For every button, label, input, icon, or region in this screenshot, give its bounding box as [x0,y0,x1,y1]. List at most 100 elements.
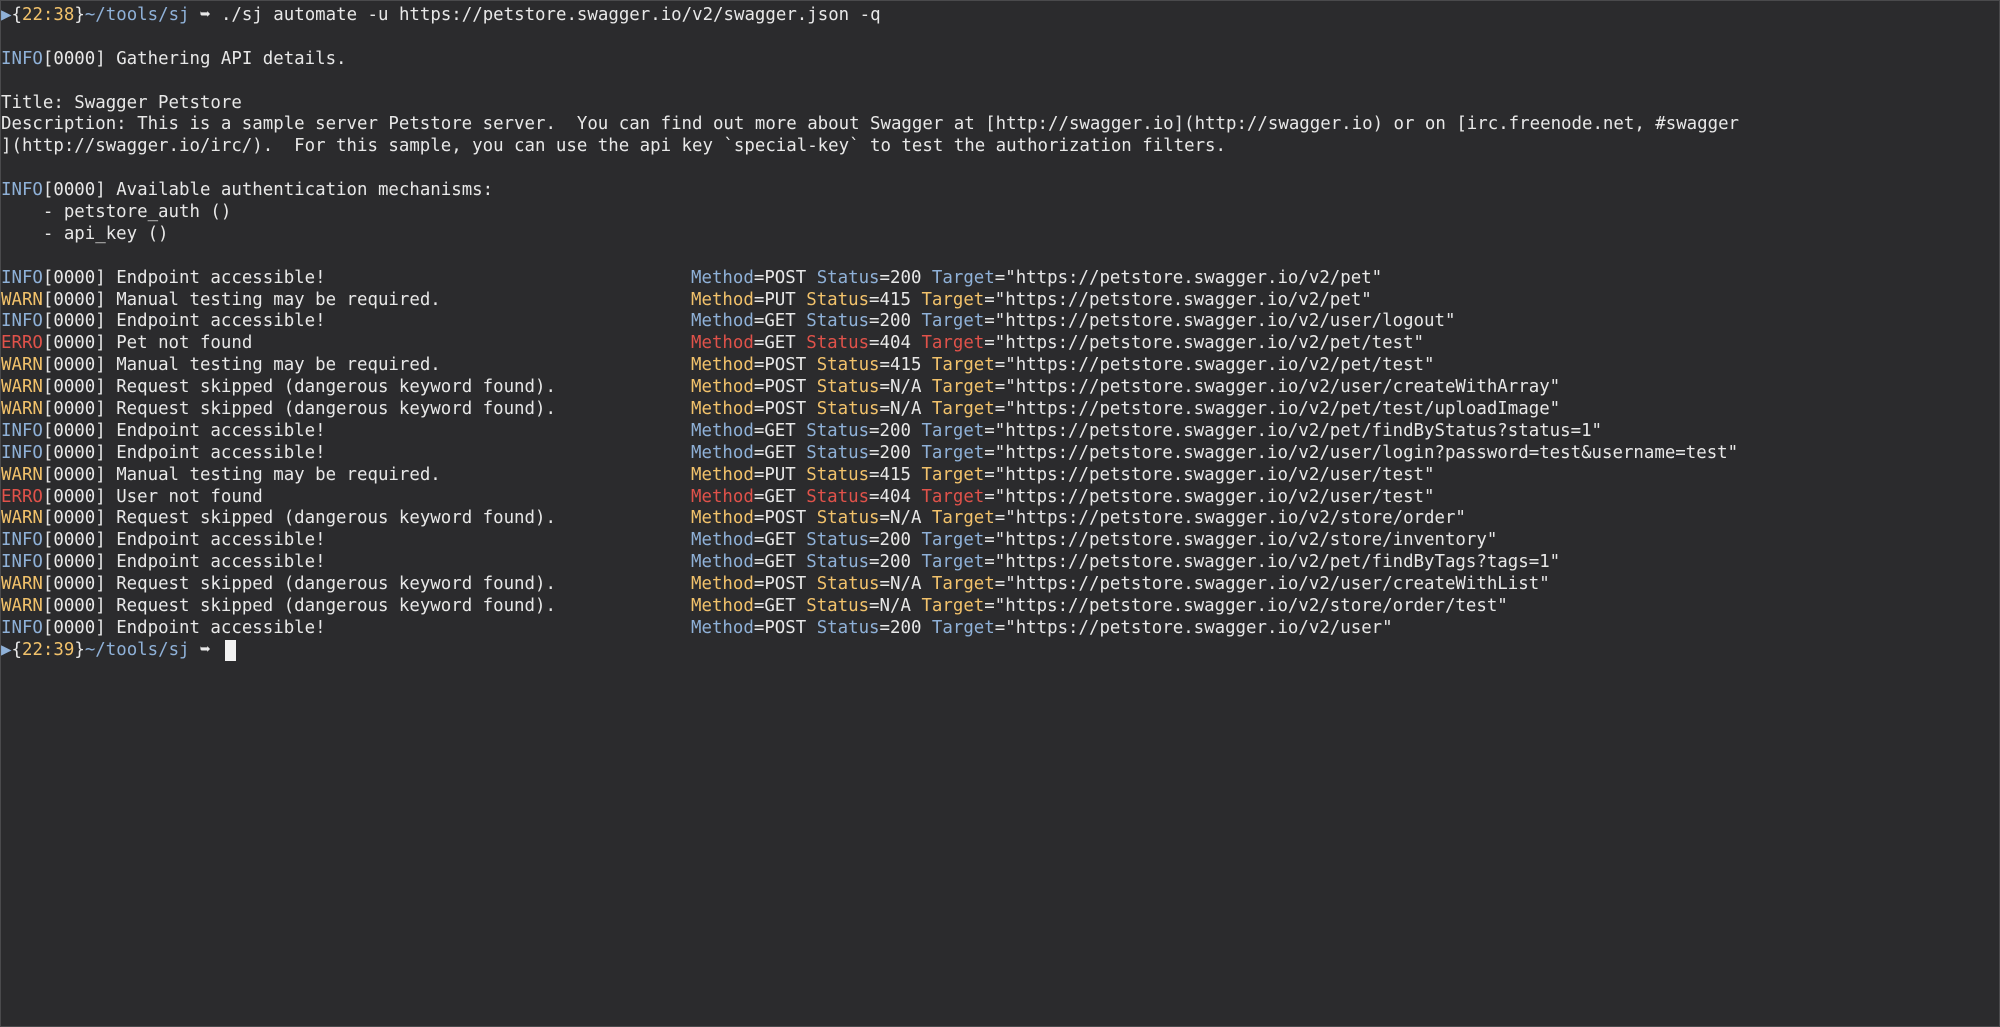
log-message: User not found [105,486,263,507]
target-key: Target [931,355,995,376]
log-row: WARN[0000] Request skipped (dangerous ke… [1,596,1999,618]
log-code: [0000] [42,442,106,463]
target-key: Target [921,464,985,485]
target-value: "https://petstore.swagger.io/v2/pet" [1005,267,1383,288]
status-value: N/A [879,596,911,617]
prompt-symbol-icon: ➥ [200,639,211,660]
log-message: Manual testing may be required. [105,355,441,376]
log-message: Request skipped (dangerous keyword found… [105,508,556,529]
status-value: 415 [879,464,911,485]
target-value: "https://petstore.swagger.io/v2/user/cre… [1005,377,1561,398]
method-value: PUT [764,464,796,485]
request-details: Method=GET Status=200 Target="https://pe… [691,552,1561,573]
terminal-window[interactable]: ▶{22:38}~/tools/sj ➥ ./sj automate -u ht… [0,0,2000,1027]
target-key: Target [921,420,985,441]
log-row: INFO[0000] Endpoint accessible! Method=GE… [1,530,1999,552]
method-key: Method [691,311,754,332]
target-key: Target [931,574,995,595]
target-value: "https://petstore.swagger.io/v2/pet" [994,289,1372,310]
target-key: Target [921,530,985,551]
method-key: Method [691,442,754,463]
status-value: 200 [879,552,911,573]
log-message: Available authentication mechanisms: [105,180,494,201]
target-value: "https://petstore.swagger.io/v2/user/log… [994,311,1456,332]
log-message: Request skipped (dangerous keyword found… [105,574,556,595]
log-code: [0000] [42,508,106,529]
log-level: WARN [1,464,43,485]
log-message: Endpoint accessible! [105,617,326,638]
log-message: Pet not found [105,333,253,354]
api-title: Title: Swagger Petstore [1,92,242,113]
status-value: N/A [890,377,922,398]
api-description-line: ](http://swagger.io/irc/). For this samp… [1,136,1226,157]
log-code: [0000] [42,311,106,332]
target-value: "https://petstore.swagger.io/v2/store/in… [994,530,1498,551]
log-level: INFO [1,442,43,463]
target-value: "https://petstore.swagger.io/v2/store/or… [1005,508,1466,529]
request-details: Method=GET Status=200 Target="https://pe… [691,311,1456,332]
method-value: GET [764,530,796,551]
log-level: INFO [1,530,43,551]
log-row: INFO[0000] Endpoint accessible! Method=GE… [1,421,1999,443]
status-key: Status [806,333,870,354]
log-level: WARN [1,289,43,310]
auth-header-line: INFO[0000] Available authentication mech… [1,180,1999,202]
auth-item: - api_key () [1,223,169,244]
status-key: Status [806,552,870,573]
target-value: "https://petstore.swagger.io/v2/user/log… [994,442,1739,463]
target-value: "https://petstore.swagger.io/v2/user/tes… [994,486,1435,507]
request-details: Method=POST Status=N/A Target="https://p… [691,508,1466,529]
method-value: POST [764,399,807,420]
method-value: GET [764,420,796,441]
prompt-time: 22:38 [21,5,75,25]
status-key: Status [816,508,880,529]
target-key: Target [921,552,985,573]
method-value: POST [764,574,807,595]
request-details: Method=POST Status=200 Target="https://p… [691,617,1393,638]
status-value: 415 [879,289,911,310]
method-key: Method [691,355,754,376]
log-level: WARN [1,574,43,595]
log-row: WARN[0000] Request skipped (dangerous ke… [1,574,1999,596]
log-level: INFO [1,267,43,288]
log-message: Manual testing may be required. [105,464,441,485]
target-value: "https://petstore.swagger.io/v2/user/cre… [1005,574,1550,595]
log-message: Request skipped (dangerous keyword found… [105,399,556,420]
api-description-line: Description: This is a sample server Pet… [1,114,1740,135]
text-cursor[interactable] [224,639,236,661]
prompt-path: ~/tools/sj [84,639,190,660]
method-key: Method [691,574,754,595]
log-code: [0000] [42,486,106,507]
log-message: Request skipped (dangerous keyword found… [105,596,556,617]
target-key: Target [931,617,995,638]
target-key: Target [931,399,995,420]
status-key: Status [806,486,870,507]
log-code: [0000] [42,464,106,485]
log-message: Manual testing may be required. [105,289,441,310]
method-value: POST [764,267,807,288]
results-list: INFO[0000] Endpoint accessible! Method=PO… [1,268,1999,640]
method-key: Method [691,596,754,617]
log-code: [0000] [42,355,106,376]
log-level: INFO [1,552,43,573]
target-value: "https://petstore.swagger.io/v2/pet/test… [1005,399,1561,420]
target-value: "https://petstore.swagger.io/v2/store/or… [994,596,1508,617]
log-row: INFO[0000] Endpoint accessible! Method=GE… [1,552,1999,574]
log-code: [0000] [42,552,106,573]
method-value: POST [764,377,807,398]
log-message: Request skipped (dangerous keyword found… [105,377,556,398]
log-code: [0000] [42,574,106,595]
request-details: Method=GET Status=200 Target="https://pe… [691,442,1739,463]
log-code: [0000] [42,377,106,398]
status-key: Status [806,596,870,617]
prompt-line: ▶{22:39}~/tools/sj ➥ [1,639,1999,662]
log-row: ERRO[0000] Pet not found Method=GET Statu… [1,333,1999,355]
status-value: 200 [879,442,911,463]
status-value: 200 [890,617,922,638]
method-key: Method [691,508,754,529]
method-value: GET [764,486,796,507]
log-row: WARN[0000] Request skipped (dangerous ke… [1,399,1999,421]
status-value: 200 [879,530,911,551]
log-level: WARN [1,355,43,376]
